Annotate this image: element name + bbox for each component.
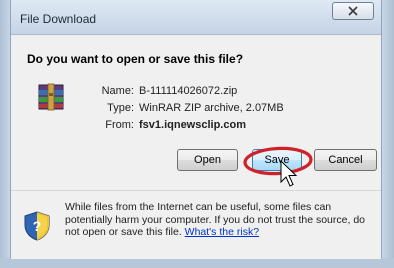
background-right-edge bbox=[382, 0, 394, 268]
svg-text:?: ? bbox=[33, 218, 42, 234]
security-shield-icon: ? bbox=[24, 211, 50, 241]
dialog-question: Do you want to open or save this file? bbox=[27, 52, 244, 66]
from-label: From: bbox=[105, 119, 134, 131]
save-button[interactable]: Save bbox=[252, 149, 302, 171]
dialog-title: File Download bbox=[20, 12, 97, 26]
close-icon bbox=[348, 6, 358, 16]
file-source-value: fsv1.iqnewsclip.com bbox=[139, 119, 246, 131]
title-bar: File Download bbox=[11, 0, 381, 35]
open-button[interactable]: Open bbox=[177, 149, 238, 171]
cancel-button[interactable]: Cancel bbox=[314, 149, 377, 171]
security-warning-panel: ? While files from the Internet can be u… bbox=[11, 190, 381, 259]
winrar-archive-icon bbox=[38, 83, 64, 111]
file-name-value: B-111114026072.zip bbox=[139, 85, 238, 97]
type-label: Type: bbox=[107, 102, 134, 114]
file-type-value: WinRAR ZIP archive, 2.07MB bbox=[139, 102, 284, 114]
close-button[interactable] bbox=[332, 2, 374, 20]
background-left-edge bbox=[0, 0, 10, 268]
security-warning-text: While files from the Internet can be use… bbox=[65, 201, 373, 239]
background-bottom-edge bbox=[0, 258, 394, 268]
name-label: Name: bbox=[101, 85, 134, 97]
whats-the-risk-link[interactable]: What's the risk? bbox=[185, 226, 259, 238]
dialog-content: Do you want to open or save this file? N… bbox=[11, 35, 381, 189]
file-download-dialog: File Download Do you want to open or sav… bbox=[10, 0, 382, 259]
